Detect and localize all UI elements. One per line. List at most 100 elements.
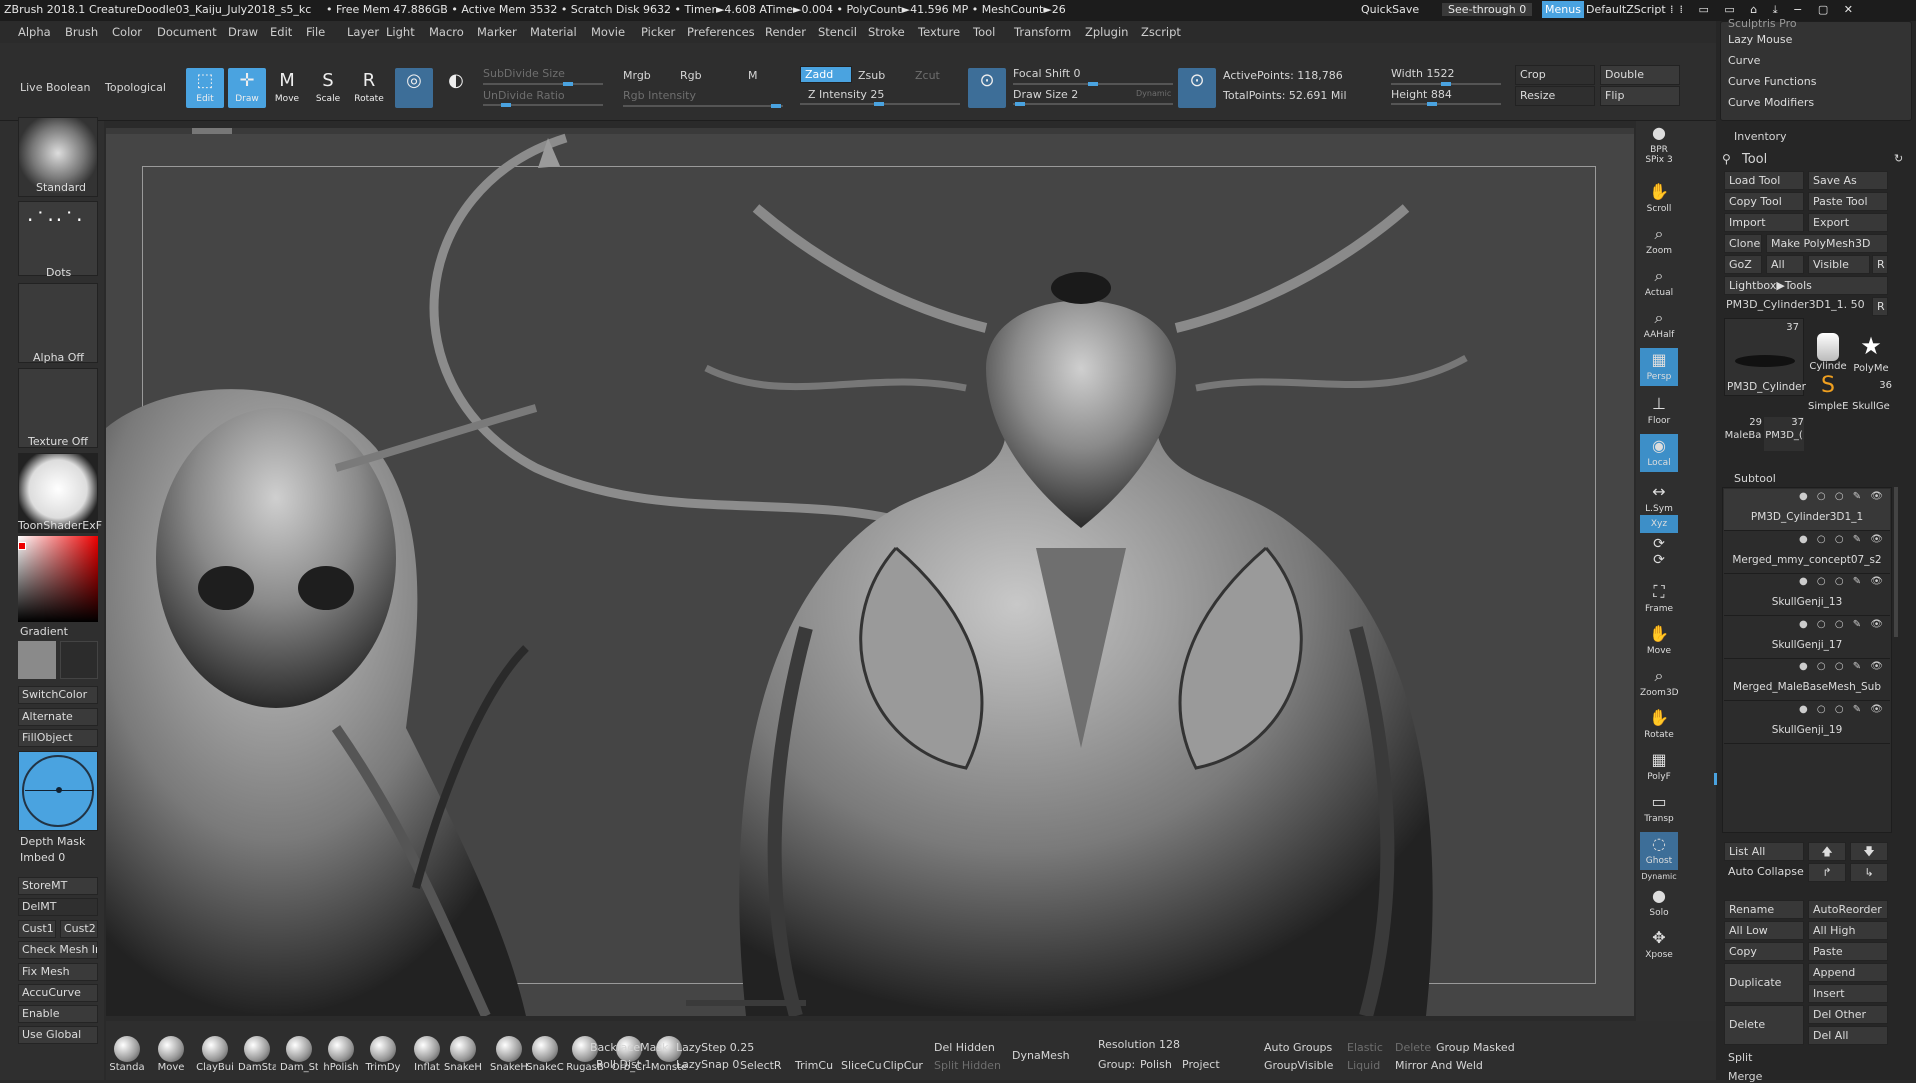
inventory-header[interactable]: Inventory <box>1734 130 1787 143</box>
scale-button[interactable]: S Scale <box>309 68 347 108</box>
floor-button[interactable]: ⊥ Floor <box>1640 392 1678 430</box>
brush-9[interactable]: SnakeH <box>490 1036 528 1078</box>
m-button[interactable]: M <box>748 69 758 82</box>
undivide-ratio-slider[interactable]: UnDivide Ratio <box>483 89 565 102</box>
focal-shift-knob[interactable] <box>1088 82 1098 86</box>
tool-palette-header[interactable]: Tool <box>1742 152 1767 167</box>
lazy-mouse-item[interactable]: Lazy Mouse <box>1724 31 1904 50</box>
copy-subtool-button[interactable]: Copy <box>1724 942 1804 961</box>
del-all-button[interactable]: Del All <box>1808 1026 1888 1045</box>
auto-collapse-button[interactable]: Auto Collapse <box>1724 863 1804 882</box>
menu-document[interactable]: Document <box>157 25 217 39</box>
tool-thumb-malebase[interactable]: 29 MaleBa <box>1724 417 1762 451</box>
merge-header[interactable]: Merge <box>1728 1070 1762 1083</box>
goz-button[interactable]: GoZ <box>1724 255 1762 274</box>
lsym-button[interactable]: ↔ L.Sym <box>1640 480 1678 514</box>
dynamesh-button[interactable]: DynaMesh <box>1012 1049 1070 1062</box>
secondary-color-swatch[interactable] <box>60 641 98 679</box>
enable-button[interactable]: Enable <box>18 1005 98 1023</box>
menu-render[interactable]: Render <box>765 25 806 39</box>
list-all-button[interactable]: List All <box>1724 842 1804 861</box>
menu-movie[interactable]: Movie <box>591 25 625 39</box>
subtool-row[interactable]: ● ○ ○ ✎ 👁 Merged_MaleBaseMesh_Sub <box>1724 659 1890 701</box>
width-slider[interactable]: Width 1522 <box>1391 67 1454 80</box>
menu-color[interactable]: Color <box>112 25 142 39</box>
height-knob[interactable] <box>1427 102 1437 106</box>
import-button[interactable]: Import <box>1724 213 1804 232</box>
topological-button[interactable]: Topological <box>105 81 166 94</box>
move-up-button[interactable]: 🡅 <box>1808 842 1846 861</box>
gradient-label[interactable]: Gradient <box>20 625 68 638</box>
polyf-button[interactable]: ▦ PolyF <box>1640 748 1678 786</box>
brush-6[interactable]: TrimDy <box>364 1036 402 1078</box>
zsub-button[interactable]: Zsub <box>858 69 885 82</box>
menu-layer[interactable]: Layer <box>347 25 379 39</box>
merge-up-button[interactable]: ↱ <box>1808 863 1846 882</box>
tool-thumb-cylinder[interactable]: Cylinde <box>1808 331 1848 372</box>
split-header[interactable]: Split <box>1728 1051 1752 1064</box>
groupvisible-button[interactable]: GroupVisible <box>1264 1059 1333 1072</box>
subdivide-size-slider[interactable]: SubDivide Size <box>483 67 565 80</box>
material-sphere-button[interactable]: ◐ <box>437 68 475 108</box>
subdivide-size-knob[interactable] <box>563 82 573 86</box>
auto-groups-button[interactable]: Auto Groups <box>1264 1041 1332 1054</box>
menu-transform[interactable]: Transform <box>1014 25 1071 39</box>
lazy-mouse-button[interactable]: ⊙ <box>968 68 1006 108</box>
elastic-button[interactable]: Elastic <box>1347 1041 1383 1054</box>
z-intensity-track[interactable] <box>800 102 960 106</box>
solo-button[interactable]: ● Solo <box>1640 884 1678 922</box>
draw-size-knob[interactable] <box>1015 102 1025 106</box>
draw-size-track[interactable] <box>1013 102 1173 106</box>
width-knob[interactable] <box>1441 82 1451 86</box>
primary-color-swatch[interactable] <box>18 542 26 550</box>
subtool-row[interactable]: ● ○ ○ ✎ 👁 Merged_mmy_concept07_s2 <box>1724 532 1890 574</box>
accucurve-button[interactable]: AccuCurve <box>18 984 98 1002</box>
append-button[interactable]: Append <box>1808 963 1888 982</box>
transp-button[interactable]: ▭ Transp <box>1640 790 1678 828</box>
document-canvas[interactable] <box>106 128 1634 1016</box>
menu-zscript[interactable]: Zscript <box>1141 25 1181 39</box>
goz-all-button[interactable]: All <box>1766 255 1804 274</box>
cust2-button[interactable]: Cust2 <box>60 920 98 938</box>
selectrect-button[interactable]: SelectR <box>740 1059 782 1072</box>
subtool-row[interactable]: ● ○ ○ ✎ 👁 SkullGenji_17 <box>1724 617 1890 659</box>
focal-shift-slider[interactable]: Focal Shift 0 <box>1013 67 1081 80</box>
switchcolor-button[interactable]: SwitchColor <box>18 686 98 704</box>
menu-edit[interactable]: Edit <box>270 25 292 39</box>
subtool-header[interactable]: Subtool <box>1734 472 1776 485</box>
depth-mask-dial[interactable] <box>18 751 98 831</box>
menu-tool[interactable]: Tool <box>973 25 995 39</box>
menu-macro[interactable]: Macro <box>429 25 464 39</box>
color-picker[interactable] <box>18 536 98 622</box>
split-hidden-button[interactable]: Split Hidden <box>934 1059 1001 1072</box>
height-slider[interactable]: Height 884 <box>1391 88 1452 101</box>
menu-material[interactable]: Material <box>530 25 577 39</box>
clone-button[interactable]: Clone <box>1724 234 1762 253</box>
edit-button[interactable]: ⬚ Edit <box>186 68 224 108</box>
menu-marker[interactable]: Marker <box>477 25 517 39</box>
zoom3d-button[interactable]: ⌕ Zoom3D <box>1640 664 1679 702</box>
rotate-axis-buttons[interactable]: ⟳ ⟳ <box>1640 536 1678 576</box>
delete-button[interactable]: Delete <box>1395 1041 1431 1054</box>
ghost-button[interactable]: ◌ Ghost <box>1640 832 1678 870</box>
brush-4[interactable]: Dam_St <box>280 1036 318 1078</box>
save-as-button[interactable]: Save As <box>1808 171 1888 190</box>
menu-stroke[interactable]: Stroke <box>868 25 905 39</box>
tool-thumb-main[interactable]: 37 PM3D_Cylinder <box>1724 318 1806 396</box>
height-track[interactable] <box>1391 102 1501 106</box>
persp-button[interactable]: ▦ Persp <box>1640 348 1678 386</box>
polish-slider[interactable]: Polish <box>1140 1058 1172 1071</box>
trimcurve-button[interactable]: TrimCu <box>795 1059 833 1072</box>
brush-8[interactable]: SnakeH <box>444 1036 482 1078</box>
rotate-button[interactable]: R Rotate <box>350 68 388 108</box>
brush-2[interactable]: ClayBui <box>196 1036 234 1078</box>
lazystep-slider[interactable]: LazyStep 0.25 <box>676 1041 754 1054</box>
autoreorder-button[interactable]: AutoReorder <box>1808 900 1888 919</box>
menu-stencil[interactable]: Stencil <box>818 25 857 39</box>
curve-functions-item[interactable]: Curve Functions <box>1724 73 1904 92</box>
width-track[interactable] <box>1391 82 1501 86</box>
copy-tool-button[interactable]: Copy Tool <box>1724 192 1804 211</box>
tool-palette-collapse-icon[interactable]: ↻ <box>1894 152 1903 165</box>
goz-visible-button[interactable]: Visible <box>1808 255 1870 274</box>
subtool-visibility-icon[interactable]: ● ○ ○ ✎ 👁 <box>1799 491 1886 502</box>
